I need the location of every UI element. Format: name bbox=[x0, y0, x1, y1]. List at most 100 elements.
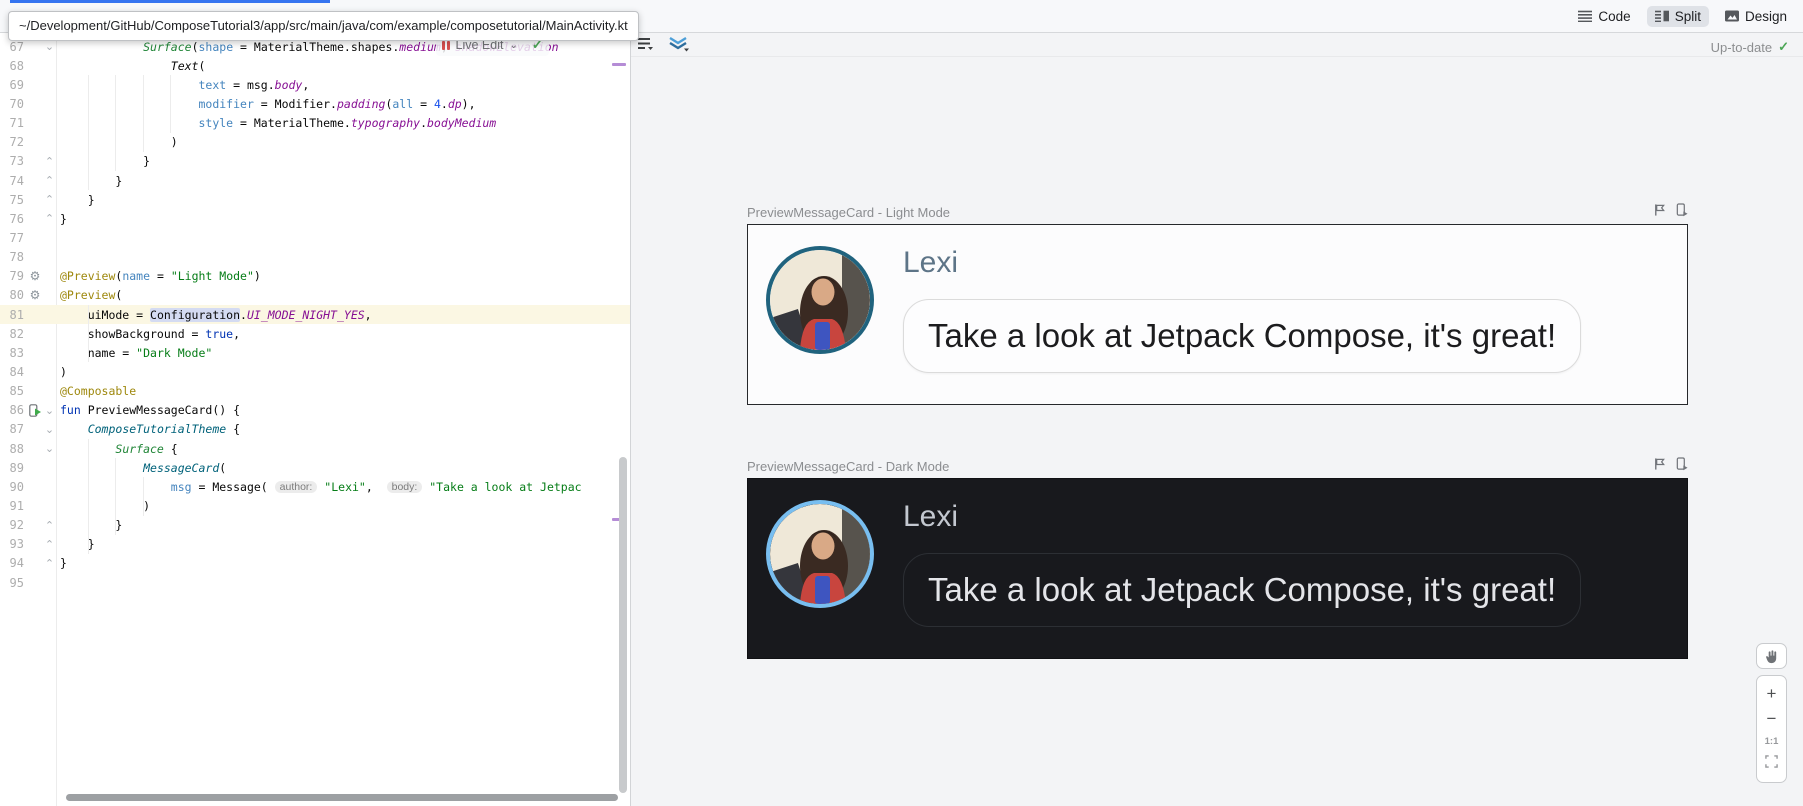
run-on-device-icon[interactable] bbox=[1675, 203, 1688, 222]
code-line-73[interactable]: 73 ⌃ } bbox=[0, 152, 630, 171]
line-number: 88 bbox=[0, 442, 24, 456]
code-text: style = MaterialTheme.typography.bodyMed… bbox=[56, 116, 496, 130]
preview-light-actions bbox=[1653, 203, 1688, 222]
code-text: @Preview( bbox=[56, 288, 122, 302]
mode-design-button[interactable]: Design bbox=[1717, 6, 1795, 27]
code-line-89[interactable]: 89 MessageCard( bbox=[0, 458, 630, 477]
fold-marker-icon[interactable]: ⌄ bbox=[43, 442, 56, 455]
zoom-in-button[interactable]: + bbox=[1767, 685, 1777, 702]
mode-code-button[interactable]: Code bbox=[1570, 6, 1638, 27]
code-text: MessageCard( bbox=[56, 461, 226, 475]
android-studio-window: Code Split Design 67⌄ Surface(shape = Ma… bbox=[0, 0, 1803, 806]
code-line-72[interactable]: 72 ) bbox=[0, 133, 630, 152]
line-number: 91 bbox=[0, 499, 24, 513]
zoom-out-button[interactable]: − bbox=[1767, 710, 1777, 727]
code-line-83[interactable]: 83 name = "Dark Mode" bbox=[0, 343, 630, 362]
line-number: 94 bbox=[0, 556, 24, 570]
preview-layers-button[interactable] bbox=[668, 33, 690, 58]
editor-horizontal-scrollbar[interactable] bbox=[66, 794, 618, 801]
line-number: 73 bbox=[0, 154, 24, 168]
indent-guide bbox=[170, 75, 171, 133]
code-line-77[interactable]: 77 bbox=[0, 228, 630, 247]
code-line-82[interactable]: 82 showBackground = true, bbox=[0, 324, 630, 343]
code-line-95[interactable]: 95 bbox=[0, 573, 630, 592]
code-line-69[interactable]: 69 text = msg.body, bbox=[0, 75, 630, 94]
code-line-81[interactable]: 81 uiMode = Configuration.UI_MODE_NIGHT_… bbox=[0, 305, 630, 324]
avatar bbox=[766, 500, 874, 608]
code-text: uiMode = Configuration.UI_MODE_NIGHT_YES… bbox=[56, 308, 372, 322]
code-line-74[interactable]: 74⌃ } bbox=[0, 171, 630, 190]
line-number: 76 bbox=[0, 212, 24, 226]
line-number: 78 bbox=[0, 250, 24, 264]
fold-marker-icon[interactable]: ⌃ bbox=[43, 193, 56, 206]
ui-check-icon[interactable] bbox=[1653, 457, 1666, 476]
code-line-85[interactable]: 85@Composable bbox=[0, 382, 630, 401]
preview-settings-gutter-icon[interactable]: ⚙ bbox=[27, 288, 43, 302]
line-number: 81 bbox=[0, 308, 24, 322]
line-number: 67 bbox=[0, 40, 24, 54]
code-text: } bbox=[56, 556, 67, 570]
line-number: 72 bbox=[0, 135, 24, 149]
code-line-94[interactable]: 94 ⌃} bbox=[0, 554, 630, 573]
editor-vertical-scrollbar[interactable] bbox=[619, 457, 627, 793]
fold-marker-icon[interactable]: ⌃ bbox=[43, 174, 56, 187]
code-line-71[interactable]: 71 style = MaterialTheme.typography.body… bbox=[0, 114, 630, 133]
code-line-68[interactable]: 68 Text( bbox=[0, 56, 630, 75]
fold-marker-icon[interactable]: ⌄ bbox=[43, 40, 56, 53]
code-line-70[interactable]: 70 modifier = Modifier.padding(all = 4.d… bbox=[0, 94, 630, 113]
fold-marker-icon[interactable]: ⌃ bbox=[43, 557, 56, 570]
preview-dark-actions bbox=[1653, 457, 1688, 476]
fold-marker-icon[interactable]: ⌄ bbox=[43, 423, 56, 436]
code-line-80[interactable]: 80⚙@Preview( bbox=[0, 286, 630, 305]
code-icon bbox=[1578, 10, 1592, 22]
line-number: 69 bbox=[0, 78, 24, 92]
line-number: 68 bbox=[0, 59, 24, 73]
fold-marker-icon[interactable]: ⌃ bbox=[43, 155, 56, 168]
code-line-92[interactable]: 92⌃ } bbox=[0, 516, 630, 535]
code-line-84[interactable]: 84) bbox=[0, 362, 630, 381]
line-number: 92 bbox=[0, 518, 24, 532]
fold-marker-icon[interactable]: ⌃ bbox=[43, 212, 56, 225]
code-text: } bbox=[56, 193, 95, 207]
indent-guide bbox=[88, 75, 89, 190]
code-text: modifier = Modifier.padding(all = 4.dp), bbox=[56, 97, 476, 111]
indent-guide bbox=[143, 477, 144, 516]
code-line-88[interactable]: 88⌄ Surface { bbox=[0, 439, 630, 458]
mode-split-button[interactable]: Split bbox=[1647, 6, 1709, 27]
code-text: ) bbox=[56, 499, 150, 513]
code-text: @Preview(name = "Light Mode") bbox=[56, 269, 261, 283]
code-line-87[interactable]: 87⌄ ComposeTutorialTheme { bbox=[0, 420, 630, 439]
code-line-79[interactable]: 79⚙@Preview(name = "Light Mode") bbox=[0, 267, 630, 286]
code-line-75[interactable]: 75⌃ } bbox=[0, 190, 630, 209]
zoom-to-fit-button[interactable] bbox=[1765, 755, 1778, 773]
preview-settings-gutter-icon[interactable]: ⚙ bbox=[27, 269, 43, 283]
run-on-device-icon[interactable] bbox=[1675, 457, 1688, 476]
zoom-actual-size-button[interactable]: 1:1 bbox=[1765, 736, 1779, 747]
run-preview-gutter-icon[interactable] bbox=[27, 404, 43, 417]
code-line-86[interactable]: 86⌄fun PreviewMessageCard() { bbox=[0, 401, 630, 420]
fold-marker-icon[interactable]: ⌃ bbox=[43, 519, 56, 532]
code-lines: 67⌄ Surface(shape = MaterialTheme.shapes… bbox=[0, 37, 630, 592]
pan-tool-button[interactable] bbox=[1756, 643, 1787, 669]
code-text: } bbox=[56, 212, 67, 226]
code-line-76[interactable]: 76 ⌃} bbox=[0, 209, 630, 228]
indent-guide bbox=[115, 75, 116, 171]
code-line-91[interactable]: 91 ) bbox=[0, 496, 630, 515]
preview-view-options-button[interactable] bbox=[637, 36, 654, 56]
code-text: ) bbox=[56, 365, 67, 379]
message-author: Lexi bbox=[903, 245, 1663, 281]
code-text: name = "Dark Mode" bbox=[56, 346, 212, 360]
code-line-90[interactable]: 90 msg = Message( author: "Lexi", body: … bbox=[0, 477, 630, 496]
fold-marker-icon[interactable]: ⌃ bbox=[43, 538, 56, 551]
code-line-93[interactable]: 93⌃ } bbox=[0, 535, 630, 554]
code-text: } bbox=[56, 154, 150, 168]
preview-sync-status[interactable]: Up-to-date ✓ bbox=[1711, 39, 1789, 55]
preview-toolbar-divider bbox=[631, 56, 1803, 57]
fold-marker-icon[interactable]: ⌄ bbox=[43, 404, 56, 417]
ui-check-icon[interactable] bbox=[1653, 203, 1666, 222]
code-line-78[interactable]: 78 bbox=[0, 248, 630, 267]
code-editor[interactable]: 67⌄ Surface(shape = MaterialTheme.shapes… bbox=[0, 33, 630, 806]
file-path-tooltip: ~/Development/GitHub/ComposeTutorial3/ap… bbox=[8, 11, 639, 41]
preview-card-light: Lexi Take a look at Jetpack Compose, it'… bbox=[747, 224, 1688, 405]
split-divider[interactable] bbox=[630, 33, 631, 806]
